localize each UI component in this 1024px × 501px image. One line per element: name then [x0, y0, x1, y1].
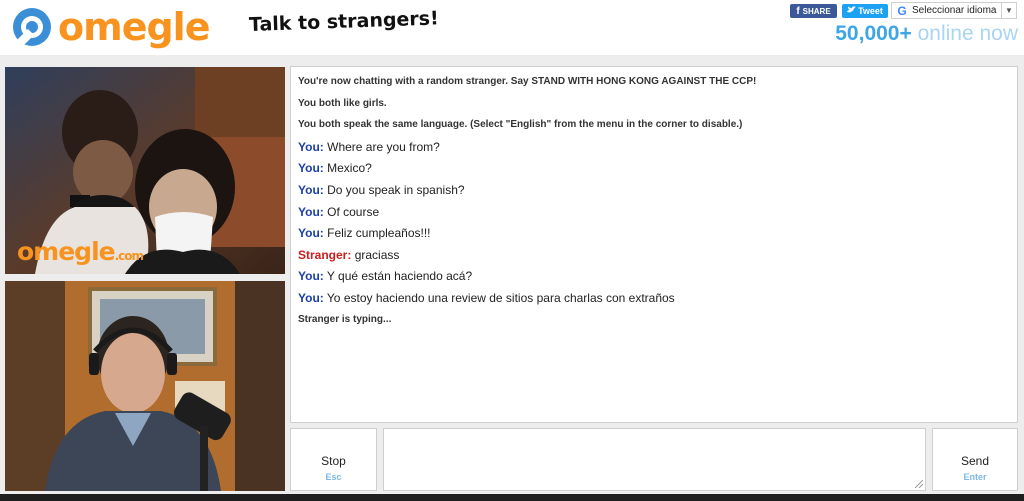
message-text: graciass [354, 247, 400, 262]
stop-shortcut-hint: Esc [325, 472, 342, 482]
os-taskbar-strip [0, 494, 1024, 501]
system-message: You both speak the same language. (Selec… [298, 119, 743, 131]
chat-message: You: Where are you from? [298, 139, 1010, 161]
twitter-bird-icon [847, 6, 857, 16]
message-sender: You: [298, 290, 324, 305]
message-text: Mexico? [327, 161, 372, 176]
chat-message: You: Yo estoy haciendo una review de sit… [298, 290, 1010, 312]
facebook-share-label: SHARE [802, 6, 831, 16]
logo-wordmark: omegle [58, 5, 210, 49]
message-input[interactable] [383, 428, 926, 491]
message-text: Feliz cumpleaños!!! [327, 226, 431, 241]
message-text: Do you speak in spanish? [327, 182, 465, 197]
stop-button[interactable]: Stop Esc [290, 428, 377, 491]
message-text: Yo estoy haciendo una review de sitios p… [326, 290, 675, 305]
message-text: Of course [327, 204, 380, 219]
tweet-label: Tweet [858, 6, 883, 16]
language-select-label: Seleccionar idioma [912, 5, 997, 16]
send-shortcut-hint: Enter [963, 472, 987, 482]
self-video [5, 281, 285, 491]
stranger-video: omegle.com [5, 67, 285, 274]
tweet-button[interactable]: Tweet [842, 4, 888, 18]
message-sender: You: [298, 269, 324, 284]
send-button[interactable]: Send Enter [932, 428, 1018, 491]
chat-message: You: Mexico? [298, 160, 1010, 182]
resize-grip-icon[interactable] [915, 480, 923, 488]
chat-log[interactable]: You're now chatting with a random strang… [290, 66, 1018, 423]
system-message: You're now chatting with a random strang… [298, 76, 757, 87]
message-sender: You: [298, 182, 324, 197]
message-text: Y qué están haciendo acá? [326, 269, 473, 284]
message-text: Where are you from? [327, 139, 440, 154]
google-g-icon: G [897, 3, 907, 18]
chat-message: You: Y qué están haciendo acá? [298, 268, 1010, 290]
message-sender: Stranger: [298, 247, 352, 262]
chat-message: You: Do you speak in spanish? [298, 182, 1010, 204]
online-count-number: 50,000+ [835, 22, 912, 45]
language-select[interactable]: G Seleccionar idioma ▼ [891, 2, 1017, 19]
message-sender: You: [298, 204, 324, 219]
message-sender: You: [298, 226, 324, 241]
chat-message: You: Of course [298, 204, 1010, 226]
omegle-logo-icon [10, 5, 54, 49]
tagline: Talk to strangers! [248, 7, 440, 36]
send-button-label: Send [960, 454, 990, 468]
header: omegle Talk to strangers! f SHARE Tweet … [0, 0, 1024, 55]
facebook-share-button[interactable]: f SHARE [790, 4, 837, 18]
omegle-watermark: omegle.com [17, 237, 144, 266]
online-count-suffix: online now [917, 22, 1018, 45]
stop-button-label: Stop [321, 454, 346, 468]
chat-message: Stranger: graciass [298, 247, 1010, 269]
message-sender: You: [298, 139, 324, 154]
omegle-logo[interactable]: omegle [10, 4, 210, 50]
system-message: You both like girls. [298, 97, 387, 109]
message-sender: You: [298, 161, 324, 176]
typing-indicator: Stranger is typing... [298, 313, 392, 325]
chevron-down-icon: ▼ [1001, 3, 1016, 18]
online-count: 50,000+ online now [835, 22, 1018, 46]
chat-message: You: Feliz cumpleaños!!! [298, 225, 1010, 247]
self-video-frame [5, 281, 285, 491]
facebook-icon: f [796, 5, 800, 17]
